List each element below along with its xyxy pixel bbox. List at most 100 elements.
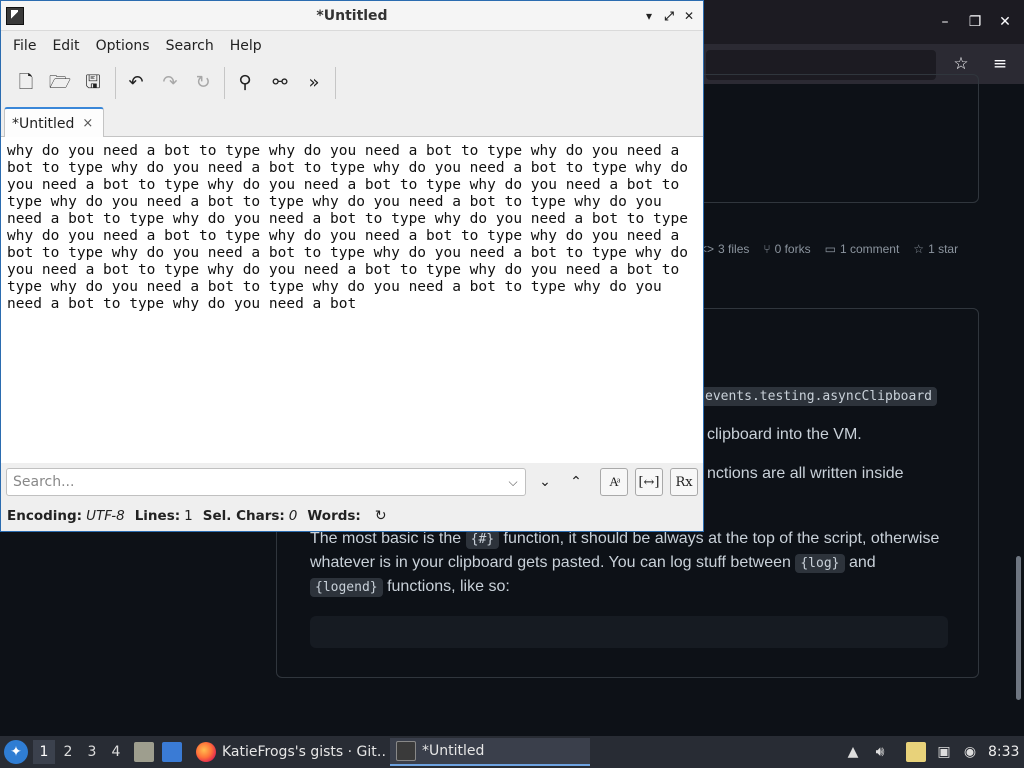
editor-toolbar: 🗋 🗁 🖫 ↶ ↷ ↻ ⚲ ⚯ »	[1, 63, 703, 103]
text-functions-line: nctions are all written inside	[707, 465, 904, 482]
taskbar: ✦ 1 2 3 4 KatieFrogs's gists · Git… *Unt…	[0, 736, 1024, 768]
open-file-icon[interactable]: 🗁	[46, 69, 74, 97]
bookmark-star-icon[interactable]: ☆	[949, 52, 973, 76]
featherpad-icon	[396, 741, 416, 761]
clipboard-icon[interactable]	[906, 742, 926, 762]
search-input[interactable]	[7, 469, 502, 495]
notifications-icon[interactable]: ◉	[960, 742, 980, 762]
toolbar-separator	[115, 67, 116, 99]
para-text-2a: whatever is in your clipboard gets paste…	[310, 554, 796, 571]
updates-icon[interactable]: ▲	[843, 742, 863, 762]
stars-link[interactable]: ☆ 1 star	[913, 242, 958, 256]
new-file-icon[interactable]: 🗋	[12, 69, 40, 97]
task-editor[interactable]: *Untitled	[390, 738, 590, 766]
task-firefox-label: KatieFrogs's gists · Git…	[222, 744, 386, 760]
forks-link[interactable]: ⑂ 0 forks	[763, 242, 810, 256]
firefox-icon	[196, 742, 216, 762]
editor-minimize-button[interactable]: ▾	[640, 7, 658, 25]
code-clipboard-text: events.testing.asyncClipboard	[700, 387, 937, 406]
workspace-1[interactable]: 1	[33, 740, 55, 764]
start-menu-icon[interactable]: ✦	[4, 740, 28, 764]
comments-label: 1 comment	[839, 242, 900, 256]
more-tools-icon[interactable]: »	[300, 69, 328, 97]
find-icon[interactable]: ⚲	[231, 69, 259, 97]
toolbar-separator	[335, 67, 336, 99]
file-manager-launcher-icon[interactable]	[134, 742, 154, 762]
files-link[interactable]: <> 3 files	[700, 242, 749, 256]
tab-bar: *Untitled ×	[1, 105, 703, 138]
menu-edit[interactable]: Edit	[44, 31, 87, 61]
encoding-label: Encoding:	[7, 508, 83, 524]
para-text-2b: and	[844, 554, 876, 571]
editor-close-button[interactable]: ✕	[680, 7, 698, 25]
page-scrollbar[interactable]	[1016, 556, 1021, 700]
search-box[interactable]: ⌵	[6, 468, 526, 496]
search-bar: ⌵ ⌄ ⌃ Aͣ [↔] Rx	[1, 463, 703, 501]
lines-value: 1	[184, 508, 193, 524]
stars-label: 1 star	[928, 242, 959, 256]
browser-maximize-button[interactable]: ❐	[963, 10, 987, 34]
toolbar-separator	[224, 67, 225, 99]
whole-word-button[interactable]: [↔]	[635, 468, 663, 496]
code-hash: {#}	[465, 530, 500, 549]
sel-chars-value: 0	[288, 508, 298, 524]
gist-meta: <> 3 files ⑂ 0 forks ▭ 1 comment ☆ 1 star	[700, 240, 972, 258]
task-firefox[interactable]: KatieFrogs's gists · Git…	[190, 738, 386, 766]
volume-icon[interactable]: 🔊︎	[870, 742, 890, 762]
find-next-icon[interactable]: ⌄	[531, 468, 559, 496]
paragraph-line-2: whatever is in your clipboard gets paste…	[310, 551, 876, 576]
workspace-4[interactable]: 4	[105, 740, 127, 764]
status-bar: Encoding: UTF-8 Lines: 1 Sel. Chars: 0 W…	[1, 501, 703, 531]
hamburger-menu-icon[interactable]: ≡	[988, 52, 1012, 76]
comments-link[interactable]: ▭ 1 comment	[825, 242, 900, 256]
text-clipboard-line: clipboard into the VM.	[707, 426, 862, 443]
undo-icon[interactable]: ↶	[122, 69, 150, 97]
editor-maximize-button[interactable]: ⤢	[660, 7, 678, 25]
clock[interactable]: 8:33	[988, 736, 1019, 768]
save-file-icon[interactable]: 🖫	[79, 69, 107, 97]
workspace-3[interactable]: 3	[81, 740, 103, 764]
lines-label: Lines:	[134, 508, 181, 524]
editor-titlebar[interactable]: *Untitled ▾ ⤢ ✕	[1, 1, 703, 31]
tab-close-icon[interactable]: ×	[82, 116, 93, 131]
editor-window: *Untitled ▾ ⤢ ✕ File Edit Options Search…	[0, 0, 704, 532]
tab-label: *Untitled	[12, 115, 75, 132]
match-case-button[interactable]: Aͣ	[600, 468, 628, 496]
refresh-word-count-icon[interactable]: ↻	[375, 508, 387, 524]
editor-window-title: *Untitled	[316, 8, 388, 24]
find-previous-icon[interactable]: ⌃	[562, 468, 590, 496]
para-text-3b: functions, like so:	[382, 578, 510, 595]
redo-icon[interactable]: ↷	[156, 69, 184, 97]
search-history-dropdown-icon[interactable]: ⌵	[505, 473, 521, 491]
menu-options[interactable]: Options	[88, 31, 158, 61]
network-icon[interactable]: ▣	[934, 742, 954, 762]
menu-bar: File Edit Options Search Help	[1, 31, 703, 61]
task-editor-label: *Untitled	[422, 743, 485, 759]
show-desktop-icon[interactable]	[162, 742, 182, 762]
document-text: why do you need a bot to type why do you…	[7, 143, 697, 312]
forks-label: 0 forks	[774, 242, 811, 256]
star-icon: ☆	[913, 242, 925, 256]
menu-search[interactable]: Search	[158, 31, 222, 61]
code-logend: {logend}	[310, 578, 383, 597]
comment-icon: ▭	[824, 242, 836, 256]
browser-minimize-button[interactable]: –	[933, 10, 957, 34]
para-text-1a: The most basic is the	[310, 530, 466, 547]
encoding-value: UTF-8	[86, 508, 125, 524]
code-block	[310, 616, 948, 648]
fork-icon: ⑂	[763, 242, 771, 256]
reload-icon[interactable]: ↻	[189, 69, 217, 97]
files-label: 3 files	[718, 242, 750, 256]
menu-help[interactable]: Help	[222, 31, 270, 61]
text-area[interactable]: why do you need a bot to type why do you…	[1, 137, 703, 463]
tab-untitled[interactable]: *Untitled ×	[4, 107, 104, 138]
replace-icon[interactable]: ⚯	[266, 69, 294, 97]
menu-file[interactable]: File	[5, 31, 44, 61]
regex-button[interactable]: Rx	[670, 468, 698, 496]
sel-chars-label: Sel. Chars:	[202, 508, 285, 524]
workspace-2[interactable]: 2	[57, 740, 79, 764]
browser-close-button[interactable]: ✕	[993, 10, 1017, 34]
words-label: Words:	[307, 508, 361, 524]
inline-code-clipboard: events.testing.asyncClipboard	[700, 384, 937, 409]
code-log: {log}	[795, 554, 845, 573]
